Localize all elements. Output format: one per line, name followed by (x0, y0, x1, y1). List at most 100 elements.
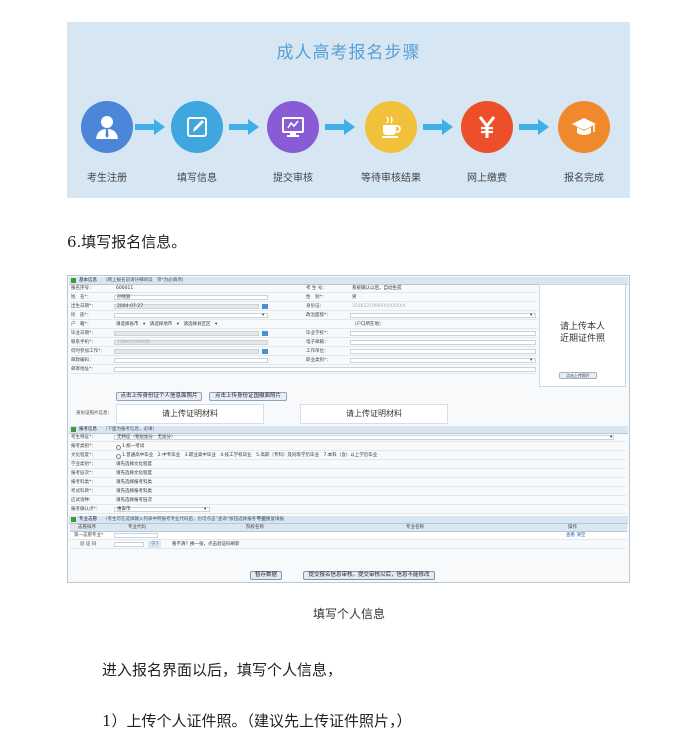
field-label: 姓 名*： (71, 295, 92, 300)
id-photo-label: 身份证照片信息： (76, 411, 112, 416)
photo-hint-line2: 近期证件照 (559, 334, 605, 344)
occupation-select[interactable] (350, 358, 536, 363)
step-label: 填写信息 (177, 173, 217, 184)
section-marker-icon (71, 427, 76, 432)
captcha-input[interactable] (114, 542, 144, 547)
political-status-select[interactable] (350, 313, 536, 318)
radio-button[interactable] (116, 454, 121, 459)
photo-hint-line1: 请上传本人 (559, 322, 605, 332)
form-row: 应试语种： 请先选择报考层次 (70, 497, 626, 505)
save-draft-button[interactable]: 暂存数据 (250, 571, 282, 580)
form-row: 验 证 码 宁7 看不清？换一张，点击验证码刷新 (70, 541, 626, 549)
field-label: 报考层次*： (71, 471, 96, 476)
section-marker-icon (71, 517, 76, 522)
step-submit-review: 提交审核 (249, 101, 337, 184)
form-row: 毕业日期*： 毕业学校*： (70, 330, 538, 338)
captcha-image[interactable]: 宁7 (148, 541, 162, 549)
gender-value: 男 (352, 295, 357, 300)
email-field[interactable] (350, 340, 536, 345)
figure-caption: 填写个人信息 (312, 607, 385, 621)
form-row: 报考确认点*： 惠安市 ▾ (70, 506, 626, 514)
yen-icon (461, 101, 513, 153)
candidate-feature-value: 无特征（物层加分：无加分） (117, 435, 176, 440)
step-register: 考生注册 (63, 101, 151, 184)
upload-photo-button[interactable]: 点击上传照片 (559, 372, 597, 379)
section-title: 报考信息 (79, 427, 97, 432)
step-label: 等待审核结果 (361, 173, 421, 184)
chevron-down-icon: ▾ (530, 358, 533, 363)
graduation-school-field[interactable] (350, 331, 536, 336)
exam-subjects-value: 请先选择报考科类 (116, 489, 152, 494)
field-label: 出生日期*： (71, 304, 96, 309)
work-start-field[interactable] (114, 349, 259, 354)
field-label: 报考类别*： (71, 444, 96, 449)
step-online-payment: 网上缴费 (443, 101, 531, 184)
candidate-feature-select[interactable] (114, 435, 614, 440)
mailing-address-field[interactable] (114, 367, 536, 372)
form-row: 出生日期*： 2004-07-27 身份证： 3506221999XXXXXXX… (70, 303, 538, 311)
doc-upload-back[interactable]: 请上传证明材料 (300, 404, 448, 424)
name-value: 孙晓丽 (117, 295, 131, 300)
major-code-input[interactable] (114, 533, 158, 538)
postal-code-field[interactable] (114, 358, 268, 363)
section-marker-icon (71, 278, 76, 283)
step-fill-info: 填写信息 (153, 101, 241, 184)
form-row: 学业类别*： 请先选择文化程度 (70, 461, 626, 469)
field-label: 邮寄地址*： (71, 367, 96, 372)
choice-order: 第一志愿专业* (74, 533, 104, 538)
doc-upload-front[interactable]: 请上传证明材料 (116, 404, 264, 424)
form-row: 民 族*： ▾ 政治面貌*： ▾ (70, 312, 538, 320)
step-label: 报名完成 (564, 173, 604, 184)
field-label: 民 族*： (71, 313, 92, 318)
exam-level-value: 请先选择文化程度 (116, 471, 152, 476)
form-row: 邮政编码： 职业类别*： ▾ (70, 357, 538, 365)
captcha-hint: 看不清？换一张，点击验证码刷新 (172, 542, 240, 547)
graduation-date-field[interactable] (114, 331, 259, 336)
section-title: 专业志愿 (79, 517, 97, 522)
ethnicity-select[interactable] (114, 313, 268, 318)
field-label: 考生特征*： (71, 435, 96, 440)
calendar-icon[interactable] (262, 331, 268, 336)
field-label: 验 证 码 (80, 542, 97, 547)
form-row: 考生特征*： 无特征（物层加分：无加分） ▾ (70, 434, 626, 442)
row-actions[interactable]: 查看 清空 (566, 532, 585, 540)
section-warning: 不能重复填报 (257, 517, 284, 522)
exam-number: 系统确认以后，自动生成 (352, 286, 402, 291)
calendar-icon[interactable] (262, 304, 268, 309)
column-header: 院校名称 (246, 525, 264, 530)
field-label: 邮政编码： (71, 358, 94, 363)
field-label: 报考确认点*： (71, 507, 101, 512)
field-label: 何时参加工作*： (71, 349, 105, 354)
language-value: 请先选择报考层次 (116, 498, 152, 503)
form-row: 考试科目*： 请先选择报考科类 (70, 488, 626, 496)
column-header: 专业名称 (406, 525, 424, 530)
submit-review-button[interactable]: 提交报名信息审核。提交审核以后，信息不能修改 (303, 571, 435, 580)
chevron-down-icon: ▾ (262, 313, 265, 318)
table-row: 第一志愿专业* 查看 清空 (70, 532, 626, 540)
section-heading: 6.填写报名信息。 (67, 233, 187, 251)
field-label: 工作单位： (306, 349, 329, 354)
calendar-icon[interactable] (262, 349, 268, 354)
monitor-icon (267, 101, 319, 153)
user-icon (81, 101, 133, 153)
major-section-header: 专业志愿 （考生可在选择输入列表中所报考专业代码后，也可点击“查询”按钮选择报考… (69, 516, 628, 524)
household-note: （户口所在地） (352, 322, 384, 327)
step-complete: 报名完成 (540, 101, 628, 184)
field-label: 身份证： (306, 304, 324, 309)
education-level-options[interactable]: 1.普通高中毕业 2.中专毕业 3.职业高中毕业 4.技工学校毕业 5.高职（专… (122, 452, 377, 460)
name-field[interactable] (114, 295, 268, 300)
section-title: 基本信息 (79, 278, 97, 283)
study-type-value: 请先选择文化程度 (116, 462, 152, 467)
radio-button[interactable] (116, 445, 121, 450)
field-label: 报考科类*： (71, 480, 96, 485)
step-label: 网上缴费 (467, 173, 507, 184)
upload-id-front-button[interactable]: 点击上传身份证个人信息面照片 (116, 392, 202, 401)
chevron-down-icon: ▾ (204, 507, 207, 512)
employer-field[interactable] (350, 349, 536, 354)
column-header: 专业代码 (128, 525, 146, 530)
column-header: 操作 (568, 525, 577, 530)
household-select[interactable]: 请选择省市 ▾ 请选择地市 ▾ 请选择县区区 ▾ (116, 321, 217, 329)
field-label: 报名序号： (71, 286, 94, 291)
upload-id-back-button[interactable]: 点击上传身份证国徽面照片 (209, 392, 287, 401)
birth-date-value: 2004-07-27 (117, 304, 144, 309)
